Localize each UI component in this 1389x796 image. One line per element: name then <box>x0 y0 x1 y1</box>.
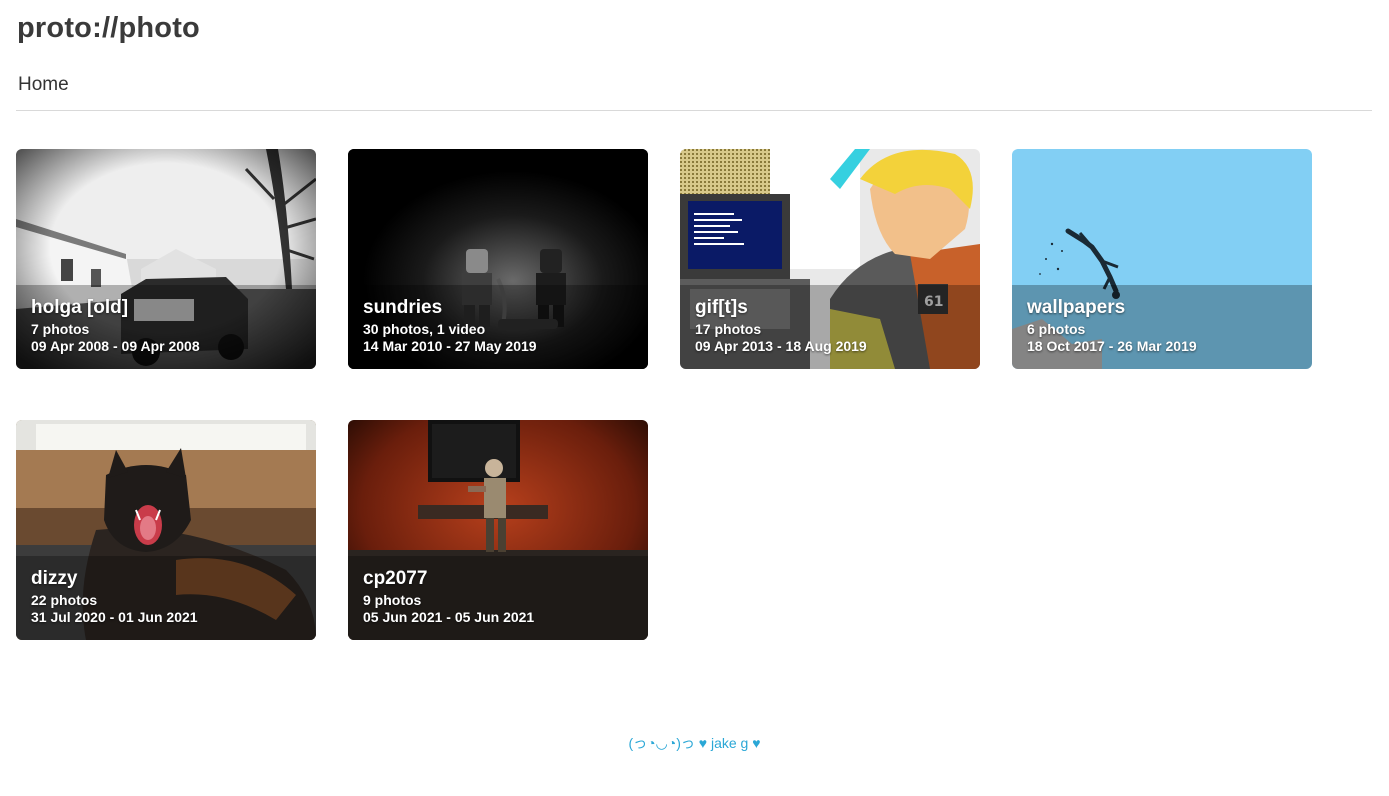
header-divider <box>16 110 1372 111</box>
album-card-dizzy[interactable]: dizzy 22 photos 31 Jul 2020 - 01 Jun 202… <box>16 420 316 640</box>
album-count: 22 photos <box>31 592 98 608</box>
album-caption: dizzy 22 photos 31 Jul 2020 - 01 Jun 202… <box>31 568 198 626</box>
breadcrumb: Home <box>18 74 69 96</box>
album-caption: gif[t]s 17 photos 09 Apr 2013 - 18 Aug 2… <box>695 297 867 355</box>
album-dates: 14 Mar 2010 - 27 May 2019 <box>363 338 537 354</box>
album-count: 7 photos <box>31 321 90 337</box>
footer: (っ◔◡◔)っ ♥ jake g ♥ <box>0 733 1389 753</box>
album-card-cp2077[interactable]: cp2077 9 photos 05 Jun 2021 - 05 Jun 202… <box>348 420 648 640</box>
album-count: 9 photos <box>363 592 422 608</box>
album-name: gif[t]s <box>695 297 748 318</box>
album-card-sundries[interactable]: sundries 30 photos, 1 video 14 Mar 2010 … <box>348 149 648 369</box>
album-count: 30 photos, 1 video <box>363 321 486 337</box>
album-caption: holga [old] 7 photos 09 Apr 2008 - 09 Ap… <box>31 297 200 355</box>
album-name: sundries <box>363 297 443 318</box>
album-card-wallpapers[interactable]: wallpapers 6 photos 18 Oct 2017 - 26 Mar… <box>1012 149 1312 369</box>
footer-credit-link[interactable]: (っ◔◡◔)っ ♥ jake g ♥ <box>628 735 760 751</box>
site-title: proto://photo <box>17 12 200 44</box>
album-dates: 05 Jun 2021 - 05 Jun 2021 <box>363 609 535 625</box>
album-card-gifts[interactable]: 61 gif[t]s 17 photos 09 Apr 2013 - 18 Au… <box>680 149 980 369</box>
album-dates: 31 Jul 2020 - 01 Jun 2021 <box>31 609 198 625</box>
album-count: 17 photos <box>695 321 762 337</box>
album-caption: wallpapers 6 photos 18 Oct 2017 - 26 Mar… <box>1027 297 1197 355</box>
album-dates: 18 Oct 2017 - 26 Mar 2019 <box>1027 338 1197 354</box>
album-dates: 09 Apr 2008 - 09 Apr 2008 <box>31 338 200 354</box>
album-name: dizzy <box>31 568 78 589</box>
album-dates: 09 Apr 2013 - 18 Aug 2019 <box>695 338 867 354</box>
album-count: 6 photos <box>1027 321 1086 337</box>
album-card-holga[interactable]: holga [old] 7 photos 09 Apr 2008 - 09 Ap… <box>16 149 316 369</box>
album-caption: sundries 30 photos, 1 video 14 Mar 2010 … <box>363 297 537 355</box>
nav-home-link[interactable]: Home <box>18 74 69 95</box>
album-name: cp2077 <box>363 568 428 589</box>
album-name: wallpapers <box>1027 297 1126 318</box>
album-name: holga [old] <box>31 297 129 318</box>
album-caption: cp2077 9 photos 05 Jun 2021 - 05 Jun 202… <box>363 568 534 626</box>
